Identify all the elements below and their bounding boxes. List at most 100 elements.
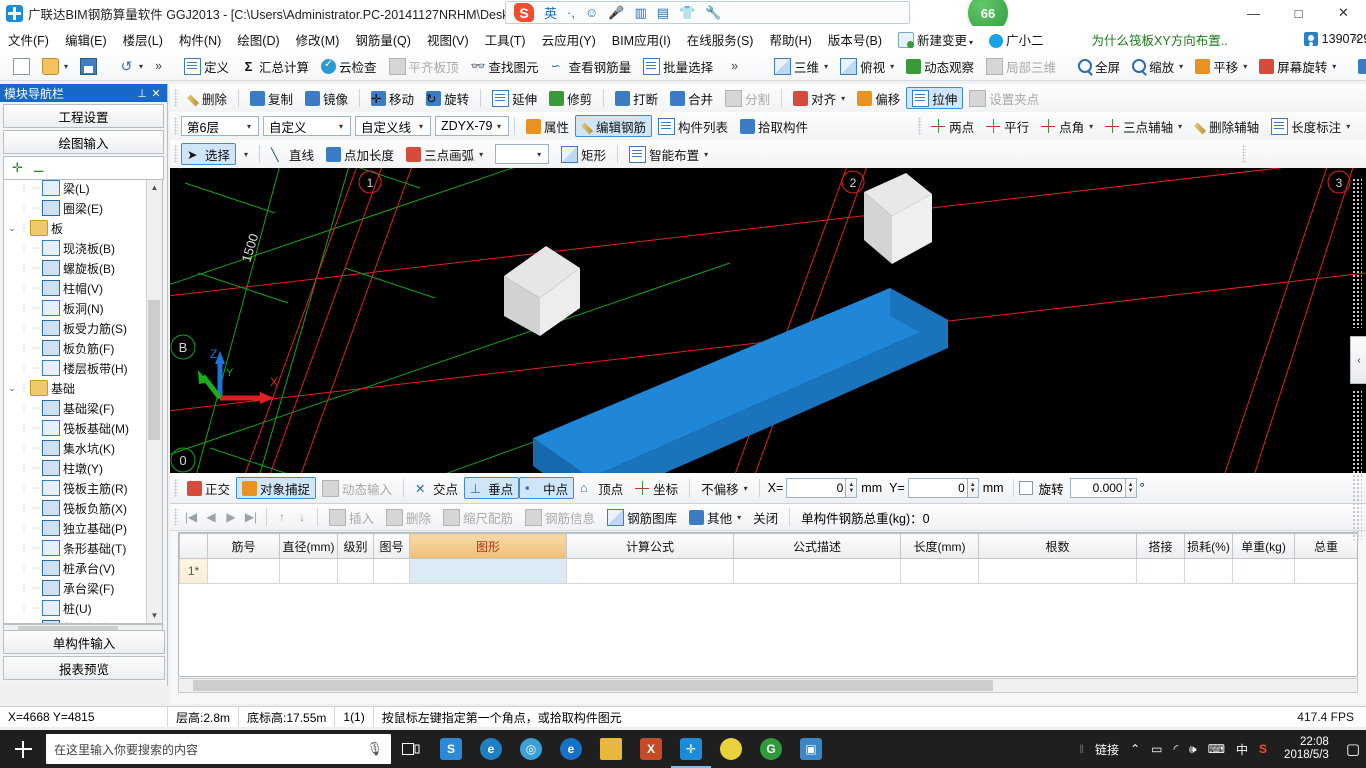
vertex-snap-button[interactable]: ⌂ 顶点 bbox=[574, 477, 629, 499]
maximize-button[interactable]: □ bbox=[1276, 0, 1321, 26]
edge-legacy-icon[interactable]: e bbox=[471, 730, 511, 768]
menu-component[interactable]: 构件(N) bbox=[171, 27, 229, 52]
break-button[interactable]: 打断 bbox=[609, 87, 664, 109]
tree-item[interactable]: ⋮ ⋯ 独立基础(P) bbox=[4, 518, 147, 538]
batch-select-button[interactable]: 批量选择 bbox=[637, 55, 719, 77]
rectangle-tool-button[interactable]: 矩形 bbox=[555, 143, 612, 165]
tree-item[interactable]: ⋮ ⋯ 楼层板带(H) bbox=[4, 358, 147, 378]
right-dock-grip-bottom[interactable] bbox=[1352, 390, 1362, 540]
tree-item[interactable]: ⋮ ⋯ 板洞(N) bbox=[4, 298, 147, 318]
toolbar-grip[interactable] bbox=[1242, 145, 1246, 163]
right-panel-collapse-button[interactable]: ‹ bbox=[1350, 336, 1366, 384]
stretch-button[interactable]: 拉伸 bbox=[906, 87, 964, 109]
3d-viewport[interactable]: B 0 1 2 3 1500 Z X Y bbox=[170, 168, 1366, 473]
ime-voice-icon[interactable]: 🎤 bbox=[608, 5, 624, 21]
extend-button[interactable]: 延伸 bbox=[486, 87, 543, 109]
tree-item[interactable]: ⌄ ⋮ 基础 bbox=[4, 378, 147, 398]
view-rebar-qty-button[interactable]: ∽ 查看钢筋量 bbox=[545, 55, 638, 77]
cell-lap[interactable] bbox=[1136, 558, 1185, 584]
col-lap[interactable]: 搭接 bbox=[1136, 533, 1185, 559]
tree-item[interactable]: ⋮ ⋯ 基础梁(F) bbox=[4, 398, 147, 418]
save-file-button[interactable] bbox=[74, 55, 103, 77]
toolbar-grip[interactable] bbox=[918, 117, 923, 135]
action-center-icon[interactable]: ▢ bbox=[1346, 740, 1360, 758]
single-component-input-button[interactable]: 单构件输入 bbox=[3, 630, 165, 654]
rebar-library-button[interactable]: 钢筋图库 bbox=[601, 506, 683, 528]
menu-edit[interactable]: 编辑(E) bbox=[57, 27, 115, 52]
draw-input-button[interactable]: 绘图输入 bbox=[3, 130, 164, 154]
floor-select[interactable]: 第6层 ▾ bbox=[181, 116, 259, 136]
rotate-input[interactable]: 0.000 bbox=[1069, 478, 1126, 498]
tree-item[interactable]: ⋮ ⋯ 梁(L) bbox=[4, 180, 147, 198]
new-file-button[interactable] bbox=[7, 55, 36, 77]
cell-calc-formula[interactable] bbox=[566, 558, 734, 584]
top-view-button[interactable]: 俯视 ▾ bbox=[834, 55, 900, 77]
two-point-axis-button[interactable]: 两点 bbox=[925, 115, 980, 137]
task-view-icon[interactable] bbox=[391, 730, 431, 768]
move-button[interactable]: ✛ 移动 bbox=[365, 87, 420, 109]
menu-online-service[interactable]: 在线服务(S) bbox=[679, 27, 762, 52]
grid-scroll-thumb[interactable] bbox=[193, 680, 993, 691]
col-diameter[interactable]: 直径(mm) bbox=[279, 533, 338, 559]
define-button[interactable]: 定义 bbox=[178, 55, 235, 77]
explorer-icon[interactable] bbox=[591, 730, 631, 768]
col-total-weight[interactable]: 总重 bbox=[1294, 533, 1357, 559]
perpendicular-snap-button[interactable]: ⊥ 垂点 bbox=[464, 477, 520, 499]
point-angle-axis-button[interactable]: 点角 ▾ bbox=[1035, 115, 1099, 137]
menu-view[interactable]: 视图(V) bbox=[419, 27, 477, 52]
col-grade[interactable]: 级别 bbox=[337, 533, 374, 559]
tree-expander[interactable]: ⌄ bbox=[6, 223, 18, 234]
category-select[interactable]: 自定义 ▾ bbox=[263, 116, 351, 136]
rotate-spinner[interactable]: ▲ ▼ bbox=[1125, 478, 1137, 498]
ime-punctuation-icon[interactable]: ·, bbox=[567, 5, 575, 20]
nav-prev-button[interactable]: ◀ bbox=[201, 510, 221, 524]
toolbar1-overflow[interactable]: » bbox=[149, 55, 168, 77]
zoom-button[interactable]: 缩放 ▾ bbox=[1126, 55, 1189, 77]
component-name-select[interactable]: ZDYX-79 ▾ bbox=[435, 116, 509, 136]
search-input[interactable]: 在这里输入你要搜索的内容 🎙 bbox=[46, 734, 391, 764]
move-up-button[interactable]: ↑ bbox=[272, 510, 292, 524]
col-shape[interactable]: 图形 bbox=[409, 533, 567, 559]
clock[interactable]: 22:08 2018/5/3 bbox=[1278, 736, 1335, 762]
tree-vertical-scrollbar[interactable]: ▲ ▼ bbox=[146, 180, 162, 623]
cell-count[interactable] bbox=[978, 558, 1137, 584]
cell-unit-weight[interactable] bbox=[1232, 558, 1295, 584]
panel-close-icon[interactable]: ✕ bbox=[149, 87, 163, 100]
expand-all-icon[interactable]: ✛ bbox=[12, 160, 23, 176]
grid-horizontal-scrollbar[interactable] bbox=[178, 678, 1358, 693]
point-length-button[interactable]: 点加长度 bbox=[320, 143, 400, 165]
minimize-button[interactable]: — bbox=[1231, 0, 1276, 26]
toolbar-grip[interactable] bbox=[174, 117, 178, 135]
close-button[interactable]: ✕ bbox=[1321, 0, 1366, 26]
menu-bim-app[interactable]: BIM应用(I) bbox=[604, 27, 679, 52]
tree-item[interactable]: ⋮ ⋯ 圈梁(E) bbox=[4, 198, 147, 218]
tree-expander[interactable]: ⌄ bbox=[6, 383, 18, 394]
col-length[interactable]: 长度(mm) bbox=[900, 533, 979, 559]
delete-button[interactable]: 删除 bbox=[181, 87, 233, 109]
start-button[interactable] bbox=[0, 730, 46, 768]
ime-tools-icon[interactable]: 🔧 bbox=[705, 5, 721, 21]
summary-calc-button[interactable]: Σ 汇总计算 bbox=[235, 55, 315, 77]
ime-skin-icon[interactable]: 👕 bbox=[679, 5, 695, 21]
scroll-thumb[interactable] bbox=[148, 300, 160, 440]
cell-diameter[interactable] bbox=[279, 558, 338, 584]
component-list-button[interactable]: 构件列表 bbox=[652, 115, 734, 137]
toolbar-grip[interactable] bbox=[174, 89, 178, 107]
undo-button[interactable]: ↺ ▾ bbox=[113, 55, 149, 77]
excel-icon[interactable]: X bbox=[631, 730, 671, 768]
ime-indicator[interactable]: 中 bbox=[1236, 741, 1248, 758]
keyboard-icon[interactable]: ⌨ bbox=[1208, 742, 1225, 756]
toolbar1-overflow2[interactable]: » bbox=[725, 55, 744, 77]
col-count[interactable]: 根数 bbox=[978, 533, 1137, 559]
merge-button[interactable]: 合并 bbox=[664, 87, 719, 109]
photos-icon[interactable]: ▣ bbox=[791, 730, 831, 768]
parallel-axis-button[interactable]: 平行 bbox=[980, 115, 1035, 137]
select-floor-button[interactable]: 选择楼层 bbox=[1352, 55, 1366, 77]
tray-expand-icon[interactable]: ⌃ bbox=[1130, 742, 1140, 756]
tree-item[interactable]: ⋮ ⋯ 柱帽(V) bbox=[4, 278, 147, 298]
ime-keyboard-icon[interactable]: ▥ bbox=[634, 5, 646, 21]
object-snap-button[interactable]: 对象捕捉 bbox=[236, 477, 317, 499]
delete-axis-button[interactable]: 删除辅轴 bbox=[1188, 115, 1265, 137]
toolbar-grip[interactable] bbox=[174, 479, 178, 497]
wifi-icon[interactable]: ◜ bbox=[1173, 742, 1178, 756]
